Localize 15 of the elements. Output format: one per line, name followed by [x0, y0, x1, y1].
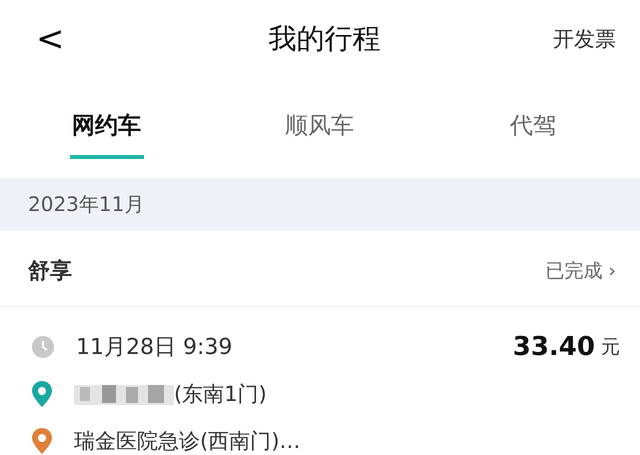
service-type: 舒享: [28, 258, 72, 286]
back-button[interactable]: <: [36, 22, 96, 56]
currency-unit: 元: [601, 334, 620, 360]
trip-time: 11月28日 9:39: [76, 334, 234, 362]
page-title: 我的行程: [268, 21, 382, 57]
invoice-button[interactable]: 开发票: [553, 25, 616, 53]
tab[interactable]: 网约车: [0, 78, 213, 175]
trip-price: 33.40: [512, 332, 595, 362]
tab[interactable]: 顺风车: [213, 78, 426, 175]
address-text: (东南1门): [174, 380, 267, 408]
month-heading: 2023年11月: [28, 191, 144, 218]
clock-icon: [32, 336, 54, 358]
address-text: 瑞金医院急诊(西南门)…: [74, 428, 300, 454]
status-link[interactable]: 已完成 ›: [545, 258, 616, 284]
tab[interactable]: 代驾: [426, 78, 640, 175]
